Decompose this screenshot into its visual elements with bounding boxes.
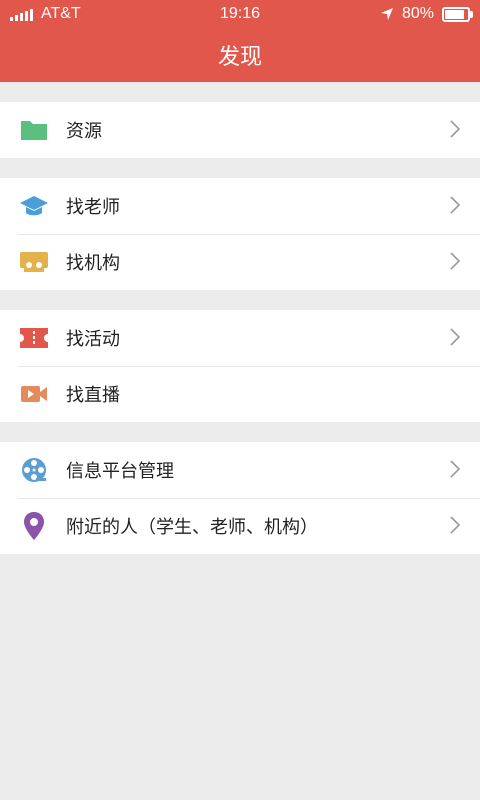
graduation-cap-icon — [18, 190, 50, 222]
film-reel-icon — [18, 454, 50, 486]
menu-item-label: 找老师 — [66, 197, 120, 218]
menu-item[interactable]: 信息平台管理 — [0, 442, 480, 498]
app-header: AT&T 19:16 80% 发现 — [0, 0, 480, 82]
page-title: 发现 — [217, 45, 262, 70]
menu-item-label: 找机构 — [66, 253, 120, 274]
location-pin-icon — [18, 510, 50, 542]
chevron-right-icon — [440, 324, 470, 352]
chevron-right-icon — [440, 116, 470, 144]
video-camera-icon — [18, 378, 50, 410]
status-bar: AT&T 19:16 80% — [0, 0, 480, 28]
menu-group: 找活动 找直播 — [0, 310, 480, 422]
battery-icon — [442, 6, 473, 22]
menu-item[interactable]: 找活动 — [0, 310, 480, 366]
menu-item[interactable]: 找机构 — [0, 234, 480, 290]
menu-item-label: 找直播 — [66, 385, 120, 406]
location-arrow-icon — [380, 8, 393, 20]
menu-item-label: 附近的人（学生、老师、机构） — [66, 517, 318, 538]
battery-percent: 80% — [401, 5, 434, 22]
menu-group: 信息平台管理附近的人（学生、老师、机构） — [0, 442, 480, 554]
menu-item-label: 找活动 — [66, 329, 120, 350]
menu-group: 找老师 找机构 — [0, 178, 480, 290]
menu-item[interactable]: 找直播 — [0, 366, 480, 422]
menu-group: 资源 — [0, 102, 480, 158]
chevron-right-icon — [440, 512, 470, 540]
menu-item-label: 资源 — [66, 121, 102, 142]
folder-icon — [18, 114, 50, 146]
menu-item[interactable]: 资源 — [0, 102, 480, 158]
ticket-icon — [18, 322, 50, 354]
menu-item[interactable]: 找老师 — [0, 178, 480, 234]
menu-item[interactable]: 附近的人（学生、老师、机构） — [0, 498, 480, 554]
chevron-right-icon — [440, 248, 470, 276]
menu-item-label: 信息平台管理 — [66, 461, 174, 482]
chevron-right-icon — [440, 456, 470, 484]
chevron-right-icon — [440, 192, 470, 220]
institution-icon — [18, 246, 50, 278]
